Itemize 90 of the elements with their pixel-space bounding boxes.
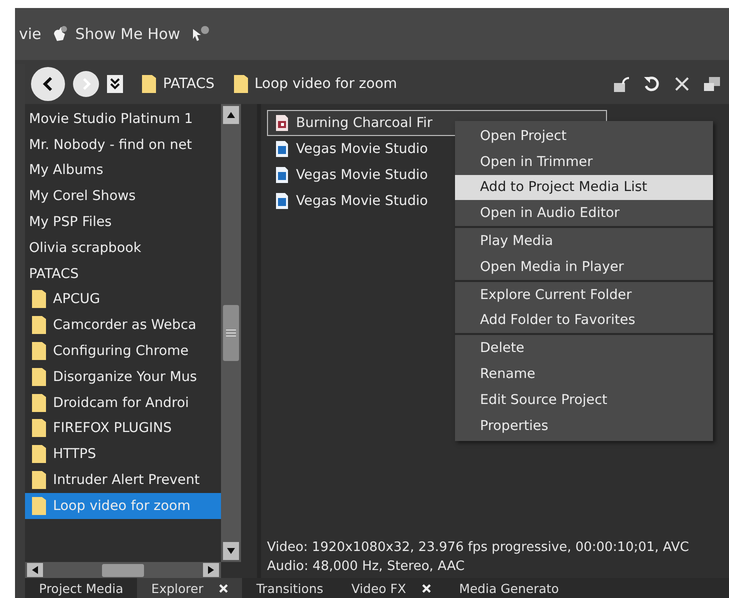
- tree-item-label: Olivia scrapbook: [29, 240, 142, 256]
- context-menu-item[interactable]: Open in Trimmer: [455, 148, 713, 175]
- tab-label: Transitions: [256, 580, 324, 596]
- tree-item[interactable]: Olivia scrapbook: [25, 234, 221, 261]
- close-tab-icon[interactable]: [219, 584, 228, 592]
- tab-label: Project Media: [39, 580, 124, 596]
- tree-item-label: PATACS: [29, 266, 79, 282]
- folder-icon: [31, 444, 47, 464]
- expand-down-button[interactable]: [107, 75, 123, 93]
- tab-label: Explorer: [151, 580, 204, 596]
- file-name: Burning Charcoal Fir: [296, 115, 432, 131]
- tree-item[interactable]: My PSP Files: [25, 209, 221, 235]
- scroll-down-icon[interactable]: [223, 542, 239, 560]
- scroll-up-icon[interactable]: [223, 106, 239, 124]
- folder-icon: [31, 366, 47, 387]
- folder-icon: [31, 418, 47, 438]
- video-file-icon: [276, 193, 288, 209]
- tree-item-label: Mr. Nobody - find on net: [29, 136, 192, 153]
- tree-item[interactable]: Movie Studio Platinum 1: [25, 106, 221, 132]
- context-menu-item[interactable]: Open Media in Player: [455, 254, 713, 280]
- tree-item[interactable]: Disorganize Your Mus: [25, 364, 221, 390]
- tree-item-label: FIREFOX PLUGINS: [53, 420, 172, 436]
- menu-item[interactable]: vie: [19, 25, 42, 43]
- folder-icon: [31, 496, 47, 516]
- tree-item[interactable]: My Albums: [25, 158, 221, 184]
- horizontal-scrollbar[interactable]: [25, 562, 221, 578]
- folder-icon: [31, 470, 47, 490]
- tree-item[interactable]: APCUG: [25, 286, 221, 312]
- chevron-right-icon: [80, 77, 92, 91]
- context-menu-item[interactable]: Open in Audio Editor: [455, 200, 713, 226]
- folder-icon: [31, 392, 47, 413]
- tree-item[interactable]: PATACS: [25, 260, 221, 287]
- tree-item-label: Camcorder as Webca: [53, 317, 196, 334]
- context-menu-item[interactable]: Add Folder to Favorites: [455, 308, 713, 334]
- tree-item[interactable]: Mr. Nobody - find on net: [25, 132, 221, 158]
- tree-item[interactable]: FIREFOX PLUGINS: [25, 416, 221, 442]
- media-info-text: Video: 1920x1080x32, 23.976 fps progressive, 00:00:10;01, AVC: [267, 539, 690, 557]
- tree-item[interactable]: Intruder Alert Prevent: [25, 467, 221, 493]
- back-button[interactable]: [31, 67, 65, 101]
- scrollbar-thumb[interactable]: [102, 564, 144, 576]
- context-menu-item[interactable]: Edit Source Project: [455, 386, 713, 413]
- scroll-left-icon[interactable]: [27, 563, 43, 577]
- help-button[interactable]: Show Me How: [51, 25, 180, 43]
- context-menu-item[interactable]: Add to Project Media List: [455, 174, 713, 200]
- video-file-icon: [276, 141, 288, 157]
- folder-icon: [31, 341, 47, 362]
- tree-item[interactable]: Camcorder as Webca: [25, 312, 221, 338]
- tree-item[interactable]: Configuring Chrome: [25, 338, 221, 364]
- hand-icon: [51, 25, 70, 43]
- close-tab-icon[interactable]: [422, 584, 432, 592]
- breadcrumb[interactable]: PATACS: [141, 74, 214, 94]
- tree-item-label: Loop video for zoom: [53, 498, 190, 514]
- file-name: Vegas Movie Studio: [296, 141, 428, 157]
- tree-item-label: Intruder Alert Prevent: [53, 472, 200, 488]
- folder-icon: [31, 315, 47, 336]
- chevron-left-icon: [41, 76, 55, 92]
- tree-item-label: HTTPS: [53, 446, 96, 462]
- forward-button[interactable]: [73, 71, 99, 97]
- context-menu-item[interactable]: Explore Current Folder: [455, 282, 713, 308]
- panel-tab[interactable]: Explorer: [137, 578, 242, 598]
- file-name: Vegas Movie Studio: [296, 167, 428, 183]
- tree-item-label: Disorganize Your Mus: [53, 368, 197, 385]
- file-name: Vegas Movie Studio: [296, 193, 428, 209]
- tree-item-label: My PSP Files: [29, 214, 112, 230]
- vertical-scrollbar[interactable]: [221, 104, 241, 562]
- tree-item-label: My Corel Shows: [29, 188, 136, 204]
- breadcrumb[interactable]: Loop video for zoom: [232, 74, 398, 94]
- tree-item-label: APCUG: [53, 291, 100, 308]
- project-file-icon: [276, 115, 288, 131]
- tree-item[interactable]: HTTPS: [25, 441, 221, 468]
- folder-icon: [31, 289, 47, 310]
- context-menu-item[interactable]: Delete: [455, 335, 713, 362]
- folder-icon: [232, 74, 248, 94]
- media-info-text: Audio: 48,000 Hz, Stereo, AAC: [267, 558, 466, 576]
- context-menu-item[interactable]: Play Media: [455, 228, 713, 254]
- tree-item-label: My Albums: [29, 162, 104, 178]
- tree-item[interactable]: Loop video for zoom: [25, 492, 221, 519]
- tab-label: Media Generato: [459, 580, 559, 596]
- context-menu-item[interactable]: Properties: [455, 412, 713, 439]
- context-menu-item[interactable]: Rename: [455, 361, 713, 387]
- scroll-right-icon[interactable]: [203, 563, 219, 577]
- tree-item-label: Configuring Chrome: [53, 343, 189, 360]
- tree-item[interactable]: My Corel Shows: [25, 183, 221, 210]
- tab-label: Video FX: [351, 580, 406, 596]
- tree-item[interactable]: Droidcam for Androi: [25, 390, 221, 416]
- tree-item-label: Droidcam for Androi: [53, 394, 189, 411]
- tree-item-label: Movie Studio Platinum 1: [29, 110, 193, 127]
- scrollbar-thumb[interactable]: [223, 305, 239, 361]
- folder-icon: [141, 74, 157, 94]
- video-file-icon: [276, 167, 288, 183]
